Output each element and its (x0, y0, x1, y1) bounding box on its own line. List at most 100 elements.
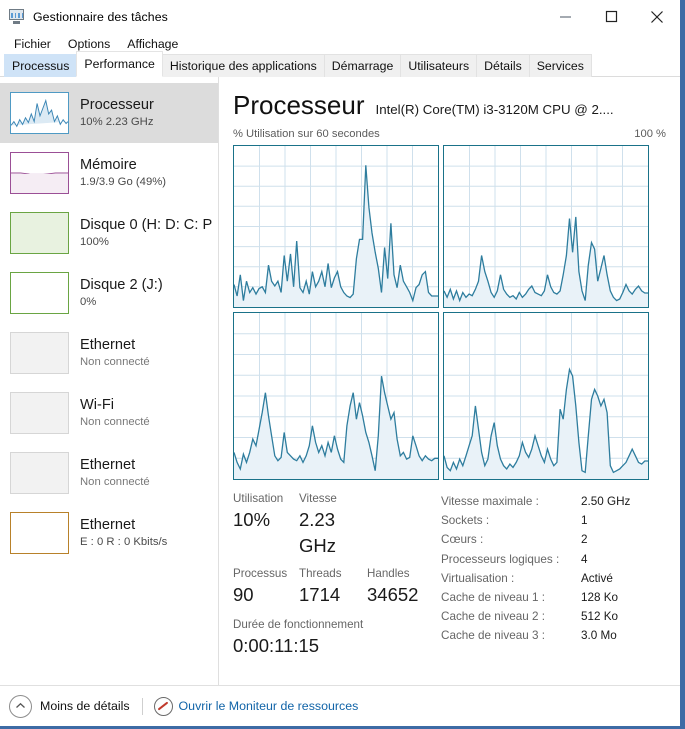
cpu-graph-1[interactable] (443, 145, 649, 308)
stats-primary: Utilisation Vitesse 10% 2.23 GHz Process… (233, 491, 435, 659)
spec-value: 2 (581, 533, 588, 547)
close-button[interactable] (634, 0, 680, 33)
spec-key: Cœurs : (441, 533, 484, 547)
spec-value: 4 (581, 552, 588, 566)
sidebar-item-sublabel: E : 0 R : 0 Kbits/s (80, 536, 168, 548)
sidebar-item-ethernet-3[interactable]: Ethernet E : 0 R : 0 Kbits/s (0, 503, 218, 563)
spec-row: Cœurs : 2 (441, 530, 668, 549)
cpu-graph-2-svg (234, 313, 438, 479)
sidebar-item-ethernet-2[interactable]: Ethernet Non connecté (0, 443, 218, 503)
label-uptime: Durée de fonctionnement (233, 618, 364, 631)
cpu-graph-0[interactable] (233, 145, 439, 308)
stats-row-values-1: 10% 2.23 GHz (233, 507, 435, 559)
value-uptime: 0:00:11:15 (233, 635, 320, 656)
tab-services[interactable]: Services (528, 54, 592, 77)
spec-row: Processeurs logiques : 4 (441, 550, 668, 569)
resource-sidebar: Processeur 10% 2.23 GHz Mémoire 1.9/3.9 … (0, 77, 219, 722)
sidebar-item-memoire[interactable]: Mémoire 1.9/3.9 Go (49%) (0, 143, 218, 203)
spec-value: 3.0 Mo (581, 629, 617, 643)
sidebar-item-sublabel: 0% (80, 296, 97, 308)
label-threads: Threads (299, 567, 342, 580)
stats-area: Utilisation Vitesse 10% 2.23 GHz Process… (233, 491, 668, 659)
maximize-button[interactable] (588, 0, 634, 33)
tab-performance[interactable]: Performance (76, 51, 163, 77)
ethernet-thumbnail-graph (10, 332, 69, 374)
spec-value: Activé (581, 571, 613, 585)
spec-row: Sockets : 1 (441, 511, 668, 530)
sidebar-item-sublabel: Non connecté (80, 356, 150, 368)
tab-utilisateurs[interactable]: Utilisateurs (400, 54, 478, 77)
label-vitesse: Vitesse (299, 492, 337, 505)
axis-label-right: 100 % (634, 128, 666, 140)
title-bar: Gestionnaire des tâches (0, 0, 680, 33)
spec-key: Sockets : (441, 514, 490, 528)
cpu-graph-1-svg (444, 146, 648, 307)
spec-row: Cache de niveau 2 : 512 Ko (441, 607, 668, 626)
spec-key: Processeurs logiques : (441, 552, 560, 566)
cpu-specs-list: Vitesse maximale : 2.50 GHz Sockets : 1 … (435, 491, 668, 659)
sidebar-item-disque-0[interactable]: Disque 0 (H: D: C: P 100% (0, 203, 218, 263)
tab-processus[interactable]: Processus (4, 54, 78, 77)
tab-demarrage[interactable]: Démarrage (323, 54, 402, 77)
footer-bar: Moins de détails Ouvrir le Moniteur de r… (0, 685, 680, 726)
ethernet-active-thumbnail-graph (10, 512, 69, 554)
tab-details[interactable]: Détails (476, 54, 530, 77)
sidebar-item-label: Ethernet (80, 337, 136, 353)
cpu-graph-2[interactable] (233, 312, 439, 480)
disk2-thumbnail-graph (10, 272, 69, 314)
panel-header: Processeur Intel(R) Core(TM) i3-3120M CP… (233, 90, 668, 120)
sidebar-item-disque-2[interactable]: Disque 2 (J:) 0% (0, 263, 218, 323)
spec-row: Virtualisation : Activé (441, 569, 668, 588)
spec-row: Vitesse maximale : 2.50 GHz (441, 492, 668, 511)
task-manager-icon (9, 8, 26, 25)
label-utilisation: Utilisation (233, 492, 284, 505)
sidebar-item-sublabel: Non connecté (80, 416, 150, 428)
spec-key: Cache de niveau 3 : (441, 629, 545, 643)
memory-thumbnail-graph (10, 152, 69, 194)
tab-historique-des-applications[interactable]: Historique des applications (161, 54, 325, 77)
sidebar-item-sublabel: Non connecté (80, 476, 150, 488)
value-handles: 34652 (367, 584, 419, 605)
value-utilisation: 10% (233, 509, 271, 530)
window-controls (542, 0, 680, 33)
chevron-up-icon[interactable] (9, 694, 32, 718)
footer-separator (141, 697, 143, 715)
spec-value: 128 Ko (581, 591, 619, 605)
label-handles: Handles (367, 567, 410, 580)
page-title: Processeur (233, 90, 365, 120)
value-threads: 1714 (299, 584, 341, 605)
minimize-button[interactable] (542, 0, 588, 33)
tab-strip: Processus Performance Historique des app… (0, 51, 680, 77)
stats-row-values-2: 90 1714 34652 (233, 582, 435, 608)
performance-detail-panel: Processeur Intel(R) Core(TM) i3-3120M CP… (219, 77, 680, 722)
spec-value: 2.50 GHz (581, 495, 631, 508)
sidebar-item-label: Processeur (80, 97, 154, 113)
sidebar-item-label: Disque 0 (H: D: C: P (80, 217, 213, 233)
sidebar-item-processeur[interactable]: Processeur 10% 2.23 GHz (0, 83, 218, 143)
spec-row: Cache de niveau 1 : 128 Ko (441, 588, 668, 607)
axis-label-left: % Utilisation sur 60 secondes (233, 128, 380, 140)
stats-row-labels-2: Processus Threads Handles (233, 566, 435, 582)
value-vitesse: 2.23 GHz (299, 509, 336, 556)
sidebar-item-label: Ethernet (80, 517, 136, 533)
window-title: Gestionnaire des tâches (33, 9, 168, 24)
ethernet-thumbnail-graph (10, 452, 69, 494)
cpu-graph-3-svg (444, 313, 648, 479)
sidebar-item-sublabel: 1.9/3.9 Go (49%) (80, 176, 167, 188)
cpu-model-label: Intel(R) Core(TM) i3-3120M CPU @ 2.... (375, 102, 614, 117)
less-details-button[interactable]: Moins de détails (40, 699, 130, 713)
menu-item-fichier[interactable]: Fichier (6, 34, 60, 54)
wifi-thumbnail-graph (10, 392, 69, 434)
spec-value: 512 Ko (581, 610, 619, 624)
content-area: Processeur 10% 2.23 GHz Mémoire 1.9/3.9 … (0, 77, 680, 722)
sidebar-item-label: Disque 2 (J:) (80, 277, 163, 293)
sidebar-item-wifi[interactable]: Wi-Fi Non connecté (0, 383, 218, 443)
spec-key: Cache de niveau 1 : (441, 591, 545, 605)
spec-key: Cache de niveau 2 : (441, 610, 545, 624)
stats-row-labels-1: Utilisation Vitesse (233, 491, 435, 507)
resource-monitor-link[interactable]: Ouvrir le Moniteur de ressources (179, 699, 359, 713)
cpu-graph-3[interactable] (443, 312, 649, 480)
graph-axis-labels: % Utilisation sur 60 secondes 100 % (233, 128, 668, 140)
sidebar-item-ethernet-1[interactable]: Ethernet Non connecté (0, 323, 218, 383)
value-processus: 90 (233, 584, 254, 605)
